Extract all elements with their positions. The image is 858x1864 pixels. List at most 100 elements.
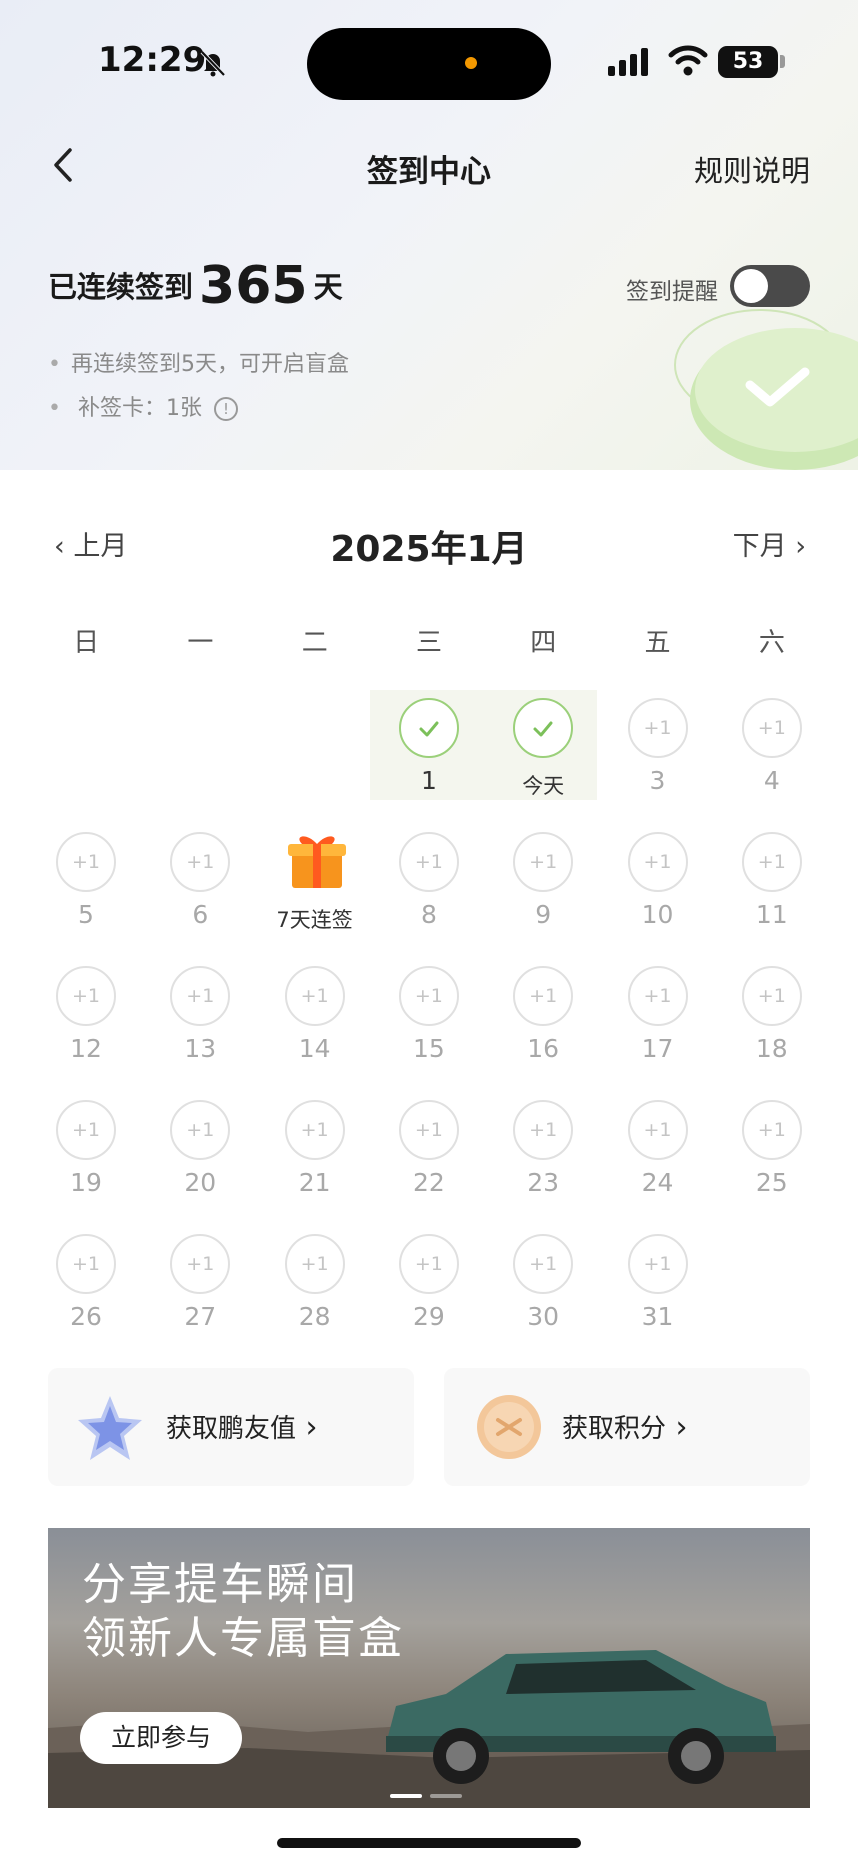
calendar-day[interactable]: +1 8 [372, 824, 486, 934]
day-number: 11 [755, 900, 788, 929]
calendar-day[interactable]: +1 12 [29, 958, 143, 1068]
info-icon[interactable]: ! [213, 397, 238, 421]
plus-one-badge: +1 [56, 1100, 116, 1160]
day-number: 23 [527, 1168, 560, 1197]
day-number: 13 [184, 1034, 217, 1063]
calendar-day[interactable]: +1 15 [372, 958, 486, 1068]
dynamic-island [307, 28, 551, 100]
calendar-day[interactable]: +1 6 [143, 824, 257, 934]
reminder-toggle[interactable] [730, 265, 810, 307]
calendar-day[interactable]: +1 9 [486, 824, 600, 934]
plus-one-badge: +1 [56, 1234, 116, 1294]
day-number: 24 [641, 1168, 674, 1197]
plus-one-badge: +1 [741, 832, 802, 892]
cellular-signal-icon [608, 48, 648, 76]
calendar-day[interactable]: +1 21 [258, 1092, 372, 1202]
calendar-day[interactable]: +1 20 [143, 1092, 257, 1202]
calendar-day[interactable]: +1 19 [29, 1092, 143, 1202]
calendar-day[interactable]: +1 23 [486, 1092, 600, 1202]
status-time: 12:29 [98, 40, 207, 80]
weekday-tue: 二 [301, 628, 328, 658]
battery-cap [780, 55, 785, 68]
calendar-day[interactable]: +1 10 [601, 824, 715, 934]
calendar-day[interactable]: +1 31 [601, 1226, 715, 1336]
toggle-knob [734, 269, 768, 303]
plus-one-badge: +1 [170, 832, 231, 892]
calendar-day[interactable]: +1 26 [29, 1226, 143, 1336]
month-title: 2025年1月 [330, 529, 528, 570]
friend-value-label: 获取鹏友值 [166, 1408, 318, 1445]
promo-banner[interactable]: 分享提车瞬间 领新人专属盲盒 立即参与 [48, 1528, 810, 1808]
carousel-dot-1 [390, 1794, 422, 1798]
calendar-day[interactable]: +1 5 [29, 824, 143, 934]
plus-one-badge: +1 [284, 966, 345, 1026]
day-number: 9 [535, 900, 552, 929]
car-image [386, 1650, 776, 1784]
day-number: 1 [420, 766, 437, 795]
coin-icon [477, 1395, 541, 1459]
weekday-header: 日 一 二 三 四 五 六 [29, 622, 829, 659]
plus-one-badge: +1 [741, 1100, 802, 1160]
friend-value-card[interactable]: 获取鹏友值 [48, 1368, 414, 1486]
points-label: 获取积分 [562, 1408, 688, 1445]
calendar-day[interactable]: +1 3 [601, 690, 715, 800]
day-number: 18 [755, 1034, 788, 1063]
calendar-day[interactable]: +1 17 [601, 958, 715, 1068]
next-month-button[interactable]: 下月 › [733, 524, 806, 563]
gift-icon [287, 836, 346, 888]
day-number: 14 [298, 1034, 331, 1063]
plus-one-badge: +1 [170, 1100, 231, 1160]
plus-one-badge: +1 [398, 832, 459, 892]
streak-suffix: 天 [313, 270, 343, 304]
wifi-icon [668, 45, 708, 76]
calendar-day[interactable]: +1 24 [601, 1092, 715, 1202]
calendar-day[interactable]: +1 30 [486, 1226, 600, 1336]
rules-link[interactable]: 规则说明 [694, 148, 810, 190]
calendar-day[interactable]: +1 13 [143, 958, 257, 1068]
day-number: 22 [412, 1168, 445, 1197]
calendar-day[interactable]: +1 11 [715, 824, 829, 934]
bell-off-icon [200, 50, 226, 77]
next-month-label: 下月 [732, 531, 787, 562]
plus-one-badge: +1 [513, 1100, 574, 1160]
battery-icon: 53 [718, 46, 778, 78]
day-number: 27 [184, 1302, 217, 1331]
calendar-day[interactable]: 7天连签 [258, 824, 372, 934]
day-number: 20 [184, 1168, 217, 1197]
plus-one-badge: +1 [398, 1100, 459, 1160]
check-icon [398, 698, 459, 758]
blind-box-hint: 再连续签到5天，可开启盲盒 [48, 346, 349, 378]
calendar-day[interactable]: +1 18 [715, 958, 829, 1068]
points-card[interactable]: 获取积分 [444, 1368, 810, 1486]
calendar-day[interactable]: +1 4 [715, 690, 829, 800]
calendar-day[interactable]: +1 14 [258, 958, 372, 1068]
calendar-day[interactable]: +1 16 [486, 958, 600, 1068]
calendar-day[interactable]: +1 27 [143, 1226, 257, 1336]
calendar-day[interactable]: +1 25 [715, 1092, 829, 1202]
day-number: 30 [527, 1302, 560, 1331]
day-number: 3 [649, 766, 666, 795]
star-icon [78, 1396, 142, 1460]
calendar-day[interactable]: 1 [372, 690, 486, 800]
plus-one-badge: +1 [513, 832, 574, 892]
day-number: 6 [192, 900, 209, 929]
plus-one-badge: +1 [398, 966, 459, 1026]
day-number: 15 [412, 1034, 445, 1063]
day-number: 19 [70, 1168, 102, 1197]
day-number: 26 [70, 1302, 102, 1331]
plus-one-badge: +1 [170, 1234, 231, 1294]
day-number: 今天 [522, 774, 565, 798]
calendar-day[interactable]: +1 29 [372, 1226, 486, 1336]
check-mark [419, 721, 439, 737]
carousel-indicator [390, 1794, 462, 1798]
calendar-day[interactable]: +1 22 [372, 1092, 486, 1202]
plus-one-badge: +1 [56, 966, 116, 1026]
calendar-day[interactable]: 今天 [486, 690, 600, 800]
calendar-day[interactable]: +1 28 [258, 1226, 372, 1336]
plus-one-badge: +1 [56, 832, 116, 892]
day-number: 4 [763, 766, 780, 795]
plus-one-badge: +1 [627, 832, 688, 892]
join-now-button[interactable]: 立即参与 [80, 1712, 242, 1764]
privacy-indicator-dot [465, 57, 477, 69]
check-icon [513, 698, 574, 758]
